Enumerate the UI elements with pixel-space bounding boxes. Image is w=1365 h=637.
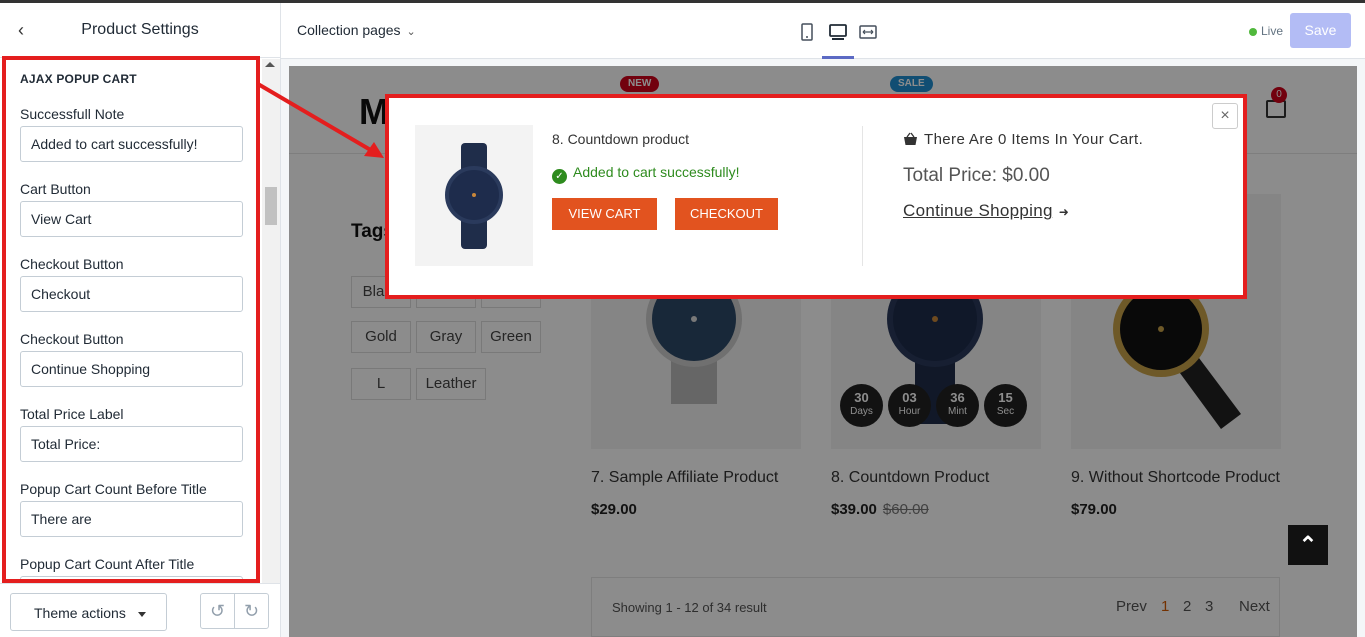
continue-shopping-label: Continue Shopping <box>903 201 1053 220</box>
view-cart-button[interactable]: VIEW CART <box>552 198 657 230</box>
ajax-cart-popup: 8. Countdown product ✓ Added to cart succ… <box>385 94 1247 299</box>
sidebar-header: ‹ Product Settings <box>0 3 280 58</box>
page-type-label: Collection pages <box>297 22 401 38</box>
theme-actions-button[interactable]: Theme actions <box>10 593 167 631</box>
undo-icon[interactable]: ↺ <box>200 593 235 629</box>
sidebar-footer: Theme actions ↺ ↻ <box>0 583 280 637</box>
highlight-box-settings <box>2 56 260 583</box>
popup-cart-count: There Are 0 Items In Your Cart. <box>924 131 1144 148</box>
live-status-label: Live <box>1261 24 1284 38</box>
redo-icon[interactable]: ↻ <box>234 593 269 629</box>
scroll-thumb[interactable] <box>265 187 277 225</box>
desktop-icon[interactable] <box>829 23 847 41</box>
editor-topbar: Collection pages ⌄ Live Save <box>281 3 1365 59</box>
checkout-button[interactable]: CHECKOUT <box>675 198 778 230</box>
popup-divider <box>862 126 863 266</box>
fullwidth-icon[interactable] <box>859 23 877 41</box>
success-note-text: Added to cart successfully! <box>573 164 740 180</box>
sidebar-scrollbar[interactable] <box>262 59 280 583</box>
theme-actions-label: Theme actions <box>34 605 126 621</box>
live-status-dot <box>1249 28 1257 36</box>
check-circle-icon: ✓ <box>552 169 567 184</box>
caret-down-icon <box>138 612 146 617</box>
scroll-up-icon[interactable] <box>265 62 275 67</box>
mobile-icon[interactable] <box>798 23 816 41</box>
continue-shopping-link[interactable]: Continue Shopping ➜ <box>903 201 1069 221</box>
popup-product-image <box>415 125 533 266</box>
popup-success-note: ✓ Added to cart successfully! <box>552 164 740 184</box>
popup-total-price: Total Price: $0.00 <box>903 165 1050 186</box>
basket-icon <box>903 132 918 149</box>
sidebar-title: Product Settings <box>81 21 199 38</box>
page-type-select[interactable]: Collection pages ⌄ <box>297 22 416 38</box>
arrow-right-icon: ➜ <box>1058 205 1070 219</box>
back-to-top-icon[interactable]: ⌃ <box>1288 525 1328 565</box>
chevron-down-icon: ⌄ <box>406 26 416 38</box>
save-button[interactable]: Save <box>1290 13 1351 48</box>
close-icon[interactable]: × <box>1212 103 1238 129</box>
popup-product-title: 8. Countdown product <box>552 131 689 147</box>
